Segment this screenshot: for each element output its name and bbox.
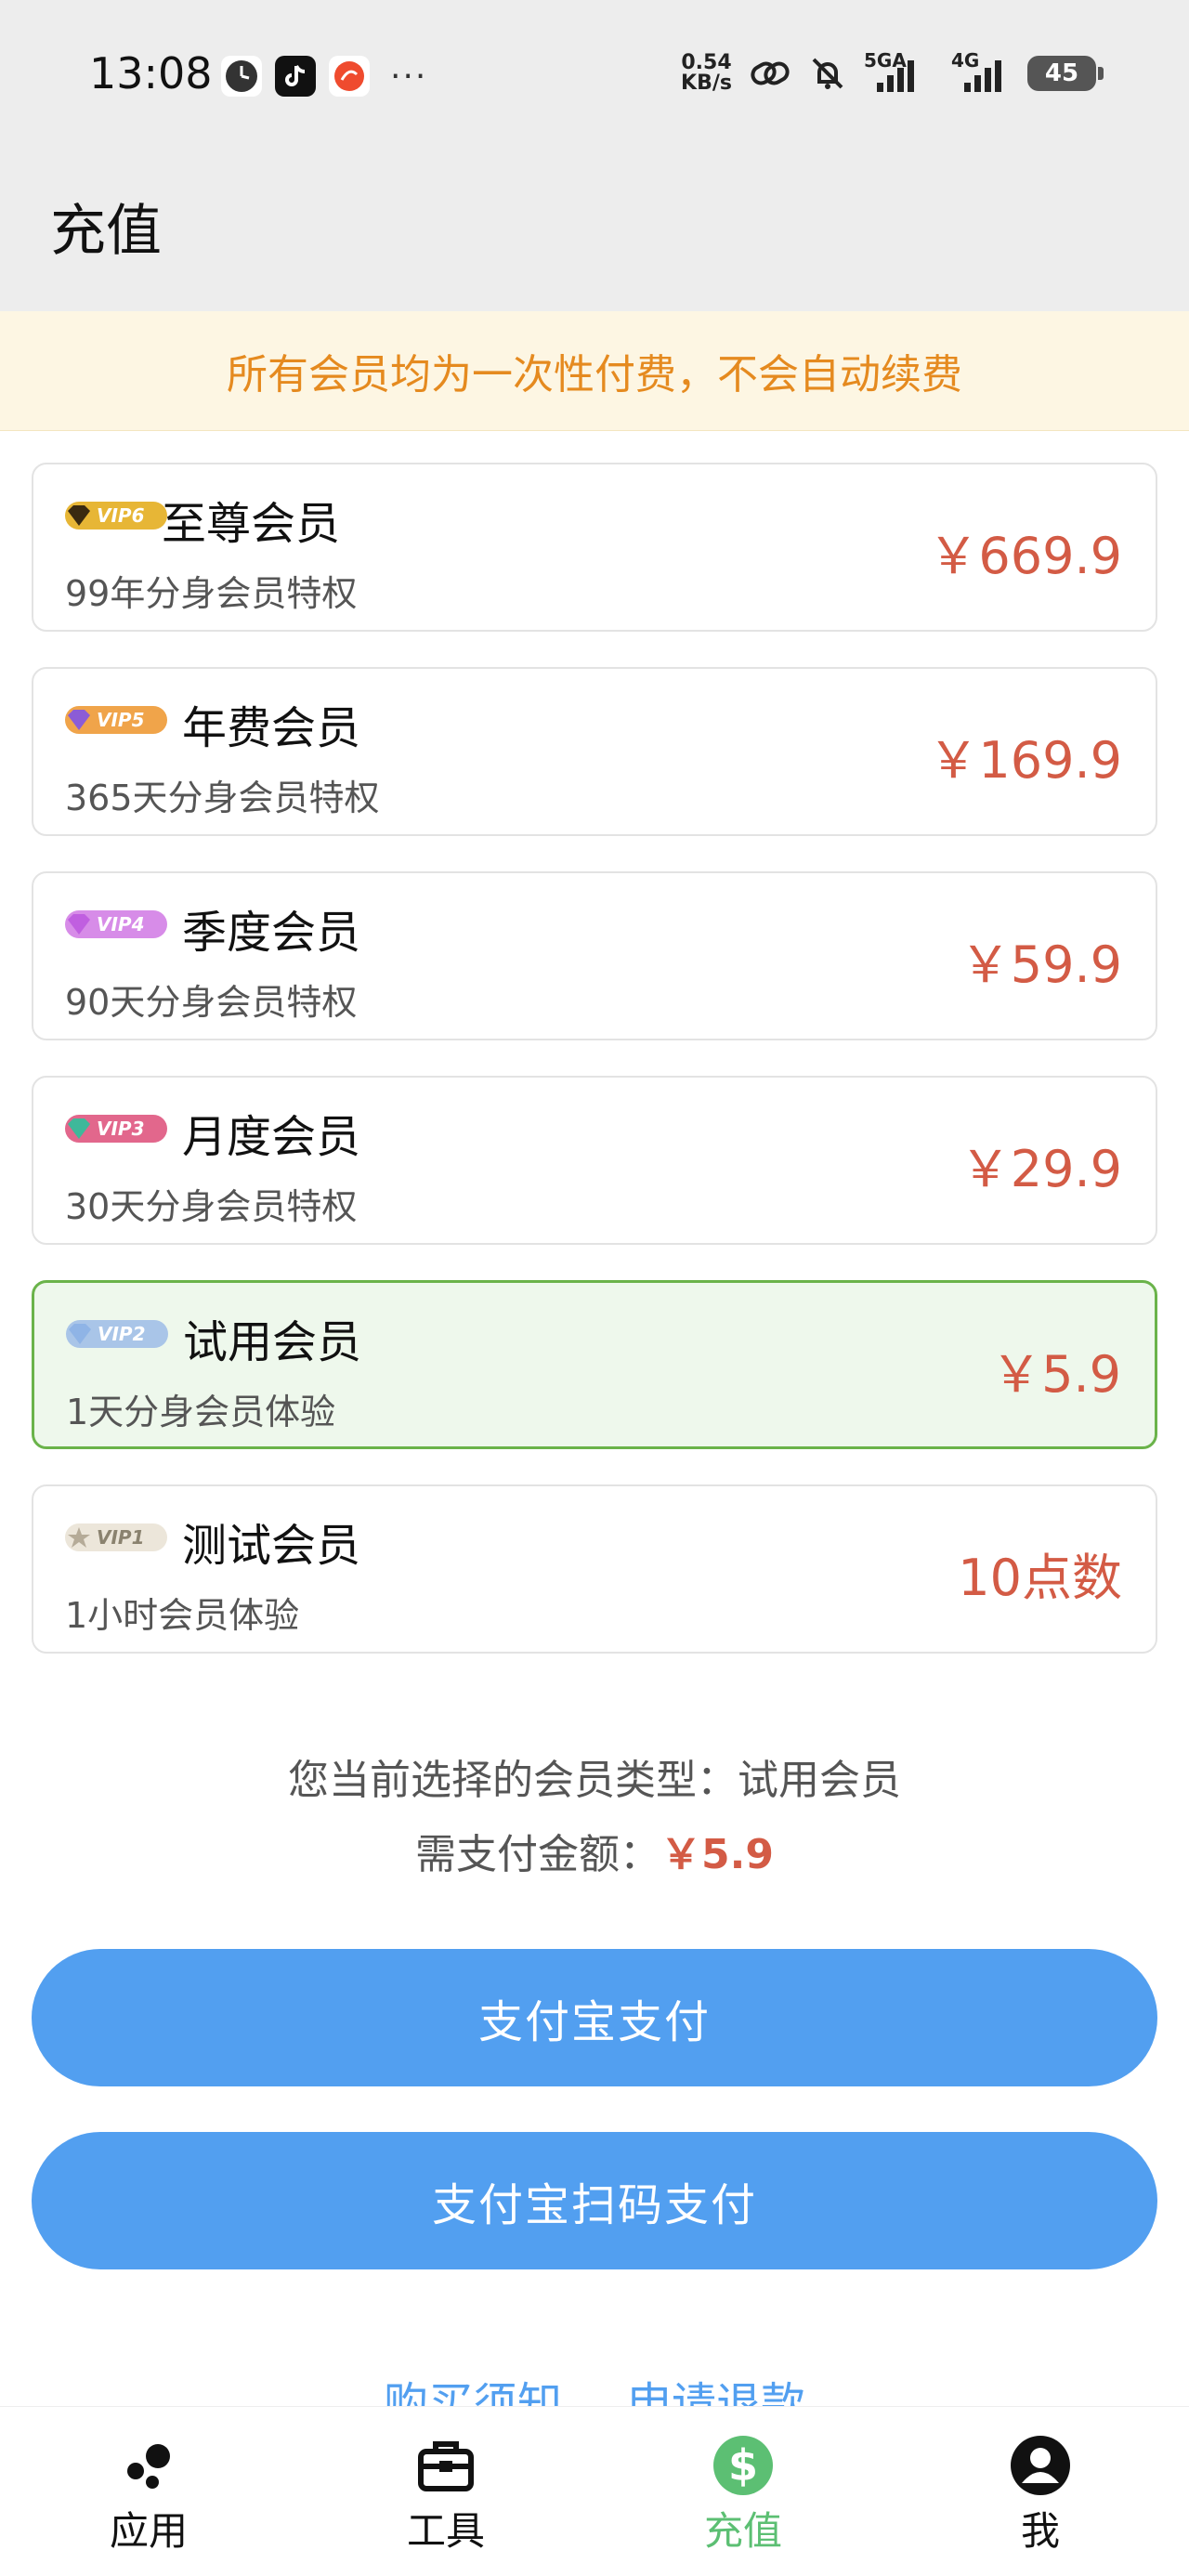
tab-me[interactable]: 我 [892, 2407, 1189, 2576]
tab-apps[interactable]: 应用 [0, 2407, 297, 2576]
diamond-icon [68, 914, 90, 935]
plan-card-monthly[interactable]: VIP3 月度会员 30天分身会员特权 ￥29.9 [32, 1076, 1157, 1245]
plan-desc: 1小时会员体验 [65, 1595, 300, 1636]
vip-badge-label: VIP5 [97, 709, 145, 731]
net-speed-value: 0.54 [681, 51, 732, 74]
vip-badge-label: VIP1 [97, 1526, 145, 1549]
plan-name: 试用会员 [183, 1316, 362, 1368]
notice-text: 所有会员均为一次性付费，不会自动续费 [227, 351, 962, 399]
plan-card-annual[interactable]: VIP5 年费会员 365天分身会员特权 ￥169.9 [32, 667, 1157, 836]
selected-plan-value: 试用会员 [738, 1757, 901, 1804]
status-bar: 13:08 ··· 0.54 KB/s 5GA 4G 45 [0, 0, 1189, 158]
toolbox-icon [413, 2433, 478, 2498]
page-title: 充值 [50, 199, 162, 264]
status-time: 13:08 [89, 48, 213, 98]
star-icon [68, 1527, 90, 1548]
tab-label: 充值 [703, 2508, 782, 2554]
plan-name: 年费会员 [182, 702, 361, 754]
diamond-icon [68, 1118, 90, 1139]
plan-desc: 90天分身会员特权 [65, 982, 358, 1023]
plan-name: 月度会员 [182, 1111, 361, 1163]
amount-line: 需支付金额：￥5.9 [0, 1821, 1189, 1880]
selected-plan-line: 您当前选择的会员类型：试用会员 [0, 1746, 1189, 1806]
vip-badge: VIP5 [65, 706, 167, 734]
alipay-pay-button[interactable]: 支付宝支付 [32, 1949, 1157, 2086]
apps-dots-icon [116, 2433, 181, 2498]
clock-app-icon [221, 56, 262, 97]
app-header [0, 158, 1189, 311]
battery-level: 45 [1044, 59, 1079, 87]
diamond-icon [69, 1324, 91, 1344]
plan-card-supreme[interactable]: VIP6 至尊会员 99年分身会员特权 ￥669.9 [32, 463, 1157, 632]
tab-recharge[interactable]: $ 充值 [594, 2407, 892, 2576]
signal-4g-icon: 4G [951, 49, 1011, 92]
plan-name: 季度会员 [182, 907, 361, 959]
tab-label: 我 [1020, 2508, 1060, 2554]
amount-label: 需支付金额： [415, 1831, 661, 1878]
plan-name: 至尊会员 [162, 498, 341, 550]
plan-list: VIP6 至尊会员 99年分身会员特权 ￥669.9 VIP5 年费会员 365… [32, 463, 1157, 1689]
tab-tools[interactable]: 工具 [297, 2407, 594, 2576]
more-notifications-icon: ··· [390, 57, 428, 96]
selected-plan-label: 您当前选择的会员类型： [288, 1757, 738, 1804]
vip-badge: VIP4 [65, 910, 167, 938]
vip-badge-label: VIP6 [97, 504, 145, 527]
diamond-icon [68, 710, 90, 730]
vip-badge-label: VIP4 [97, 913, 145, 935]
red-app-icon [329, 56, 370, 97]
vip-badge: VIP2 [66, 1320, 168, 1348]
mute-bell-icon [812, 58, 843, 89]
net-speed-unit: KB/s [681, 72, 732, 95]
alipay-qr-pay-button[interactable]: 支付宝扫码支付 [32, 2132, 1157, 2269]
notice-banner: 所有会员均为一次性付费，不会自动续费 [0, 311, 1189, 431]
status-system-icons: 0.54 KB/s 5GA 4G 45 [681, 49, 1104, 95]
plan-price: ￥669.9 [928, 527, 1122, 585]
plan-price: ￥5.9 [991, 1345, 1121, 1404]
vip-badge-label: VIP2 [98, 1323, 146, 1345]
amount-value: ￥5.9 [660, 1831, 774, 1878]
plan-desc: 30天分身会员特权 [65, 1186, 358, 1227]
dollar-coin-icon: $ [711, 2433, 776, 2498]
plan-price: ￥169.9 [928, 731, 1122, 790]
plan-desc: 365天分身会员特权 [65, 778, 380, 818]
signal2-label: 4G [951, 49, 980, 72]
tiktok-icon [275, 56, 316, 97]
plan-price: 10点数 [958, 1549, 1122, 1607]
vip-badge: VIP3 [65, 1115, 167, 1143]
diamond-icon [68, 505, 90, 526]
tab-label: 工具 [406, 2508, 485, 2554]
plan-price: ￥29.9 [960, 1140, 1122, 1198]
plan-desc: 99年分身会员特权 [65, 573, 358, 614]
battery-icon: 45 [1027, 56, 1104, 91]
plan-price: ￥59.9 [960, 935, 1122, 994]
status-notification-icons: ··· [221, 56, 427, 97]
tab-label: 应用 [109, 2508, 188, 2554]
plan-card-trial[interactable]: VIP2 试用会员 1天分身会员体验 ￥5.9 [32, 1280, 1157, 1449]
signal1-label: 5GA [864, 49, 907, 72]
plan-card-quarterly[interactable]: VIP4 季度会员 90天分身会员特权 ￥59.9 [32, 871, 1157, 1040]
plan-card-test[interactable]: VIP1 测试会员 1小时会员体验 10点数 [32, 1484, 1157, 1654]
signal-5ga-icon: 5GA [864, 49, 934, 92]
user-avatar-icon [1008, 2433, 1073, 2498]
plan-name: 测试会员 [182, 1520, 361, 1572]
order-summary: 您当前选择的会员类型：试用会员 需支付金额：￥5.9 [0, 1746, 1189, 1880]
bottom-tab-bar: 应用 工具 $ 充值 我 [0, 2406, 1189, 2576]
net-speed: 0.54 KB/s [681, 53, 732, 94]
link-icon [751, 61, 790, 85]
vip-badge-label: VIP3 [97, 1118, 145, 1140]
plan-desc: 1天分身会员体验 [66, 1392, 336, 1432]
svg-text:$: $ [728, 2440, 758, 2491]
vip-badge: VIP1 [65, 1523, 167, 1551]
vip-badge: VIP6 [65, 502, 167, 530]
